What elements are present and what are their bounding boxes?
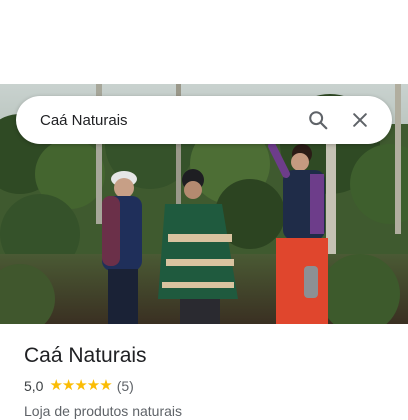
rating-row[interactable]: 5,0 ★★★★★ (5) (24, 376, 384, 396)
place-name: Caá Naturais (24, 344, 147, 367)
rating-stars: ★★★★★ (49, 377, 112, 394)
place-info-panel[interactable]: Caá Naturais 5,0 ★★★★★ (5) Loja de produ… (0, 324, 408, 419)
star-icons: ★★★★★ (49, 377, 112, 394)
search-button[interactable] (298, 100, 338, 140)
place-category: Loja de produtos naturais (24, 403, 182, 419)
search-bar[interactable]: Caá Naturais (16, 96, 392, 144)
close-button[interactable] (340, 100, 380, 140)
map-top-area (0, 0, 408, 84)
rating-value: 5,0 (24, 378, 44, 394)
review-count[interactable]: (5) (117, 378, 134, 394)
search-icon (309, 111, 328, 130)
close-icon (353, 113, 367, 127)
search-input[interactable]: Caá Naturais (40, 112, 296, 129)
